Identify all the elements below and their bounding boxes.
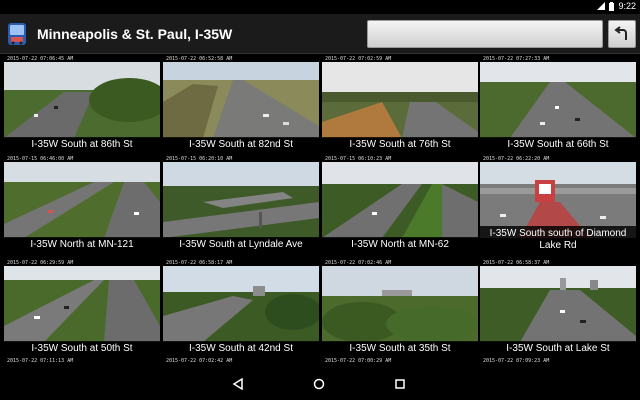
camera-label: I-35W South at 50th St: [4, 341, 160, 358]
camera-timestamp: 2015-07-22 07:00:29 AM: [325, 358, 392, 364]
camera-grid: 2015-07-22 07:06:45 AM I-35W South at 86…: [0, 54, 640, 366]
camera-image: [4, 162, 160, 238]
camera-timestamp: 2015-07-22 06:29:59 AM: [7, 260, 74, 266]
nav-back-button[interactable]: [228, 374, 248, 394]
page-title: Minneapolis & St. Paul, I-35W: [37, 26, 233, 42]
camera-image: [4, 62, 160, 138]
camera-label: I-35W South at 35th St: [322, 341, 478, 358]
camera-label: I-35W North at MN-121: [4, 237, 160, 254]
camera-tile[interactable]: 2015-07-22 06:58:37 AM I-35W South at La…: [480, 260, 636, 358]
camera-tile[interactable]: 2015-07-22 07:02:59 AM I-35W South at 76…: [322, 56, 478, 154]
camera-label: I-35W South at 76th St: [322, 137, 478, 154]
status-bar: 9:22: [0, 0, 640, 14]
camera-label: I-35W South at 82nd St: [163, 137, 319, 154]
action-bar: Minneapolis & St. Paul, I-35W: [0, 14, 640, 54]
status-time: 9:22: [618, 1, 636, 11]
camera-timestamp: 2015-07-22 07:02:59 AM: [325, 56, 392, 62]
camera-image: [4, 266, 160, 342]
camera-image: [322, 266, 478, 342]
camera-label: I-35W North at MN-62: [322, 237, 478, 254]
camera-timestamp: 2015-07-22 07:09:23 AM: [483, 358, 550, 364]
camera-image: [163, 62, 319, 138]
camera-tile[interactable]: 2015-07-22 07:06:45 AM I-35W South at 86…: [4, 56, 160, 154]
camera-timestamp: 2015-07-22 06:58:37 AM: [483, 260, 550, 266]
camera-label: I-35W South at 42nd St: [163, 341, 319, 358]
camera-image: [163, 266, 319, 342]
camera-tile[interactable]: 2015-07-15 06:20:10 AM I-35W South at Ly…: [163, 156, 319, 254]
camera-tile[interactable]: 2015-07-22 07:27:33 AM I-35W South at 66…: [480, 56, 636, 154]
undo-arrow-icon: [614, 26, 627, 40]
camera-timestamp: 2015-07-15 06:10:23 AM: [325, 156, 392, 162]
nav-recents-button[interactable]: [390, 374, 410, 394]
nav-home-button[interactable]: [309, 374, 329, 394]
camera-timestamp: 2015-07-15 06:20:10 AM: [166, 156, 233, 162]
triangle-back-icon: [232, 378, 243, 390]
search-input[interactable]: [367, 20, 603, 48]
camera-timestamp: 2015-07-22 07:02:42 AM: [166, 358, 233, 364]
camera-tile[interactable]: 2015-07-22 06:22:20 AM I-35W South south…: [480, 156, 636, 254]
camera-image: [322, 62, 478, 138]
camera-label: I-35W South at 66th St: [480, 137, 636, 154]
camera-timestamp: 2015-07-22 07:11:13 AM: [7, 358, 74, 364]
camera-tile[interactable]: 2015-07-15 06:10:23 AM I-35W North at MN…: [322, 156, 478, 254]
partial-camera-row: 2015-07-22 07:11:13 AM 2015-07-22 07:02:…: [0, 357, 640, 367]
camera-timestamp: 2015-07-22 07:06:45 AM: [7, 56, 74, 62]
navigation-bar: [0, 368, 640, 400]
camera-label: I-35W South at 86th St: [4, 137, 160, 154]
camera-tile[interactable]: 2015-07-22 07:02:46 AM I-35W South at 35…: [322, 260, 478, 358]
camera-timestamp: 2015-07-22 07:02:46 AM: [325, 260, 392, 266]
camera-tile[interactable]: 2015-07-15 06:46:00 AM I-35W North at MN…: [4, 156, 160, 254]
camera-timestamp: 2015-07-22 06:52:58 AM: [166, 56, 233, 62]
camera-image: [480, 62, 636, 138]
back-button[interactable]: [608, 20, 636, 48]
signal-icon: [597, 2, 606, 10]
traffic-camera-icon[interactable]: [6, 21, 28, 47]
camera-timestamp: 2015-07-22 07:27:33 AM: [483, 56, 550, 62]
battery-icon: [609, 1, 615, 11]
camera-image: [322, 162, 478, 238]
camera-timestamp: 2015-07-22 06:58:17 AM: [166, 260, 233, 266]
square-recents-icon: [395, 379, 405, 389]
camera-timestamp: 2015-07-15 06:46:00 AM: [7, 156, 74, 162]
camera-tile[interactable]: 2015-07-22 06:58:17 AM I-35W South at 42…: [163, 260, 319, 358]
camera-label: I-35W South south of Diamond Lake Rd: [480, 226, 636, 254]
camera-image: [163, 162, 319, 238]
camera-image: [480, 266, 636, 342]
camera-timestamp: 2015-07-22 06:22:20 AM: [483, 156, 550, 162]
camera-label: I-35W South at Lake St: [480, 341, 636, 358]
camera-tile[interactable]: 2015-07-22 06:29:59 AM I-35W South at 50…: [4, 260, 160, 358]
circle-home-icon: [313, 378, 325, 390]
camera-label: I-35W South at Lyndale Ave: [163, 237, 319, 254]
camera-tile[interactable]: 2015-07-22 06:52:58 AM I-35W South at 82…: [163, 56, 319, 154]
